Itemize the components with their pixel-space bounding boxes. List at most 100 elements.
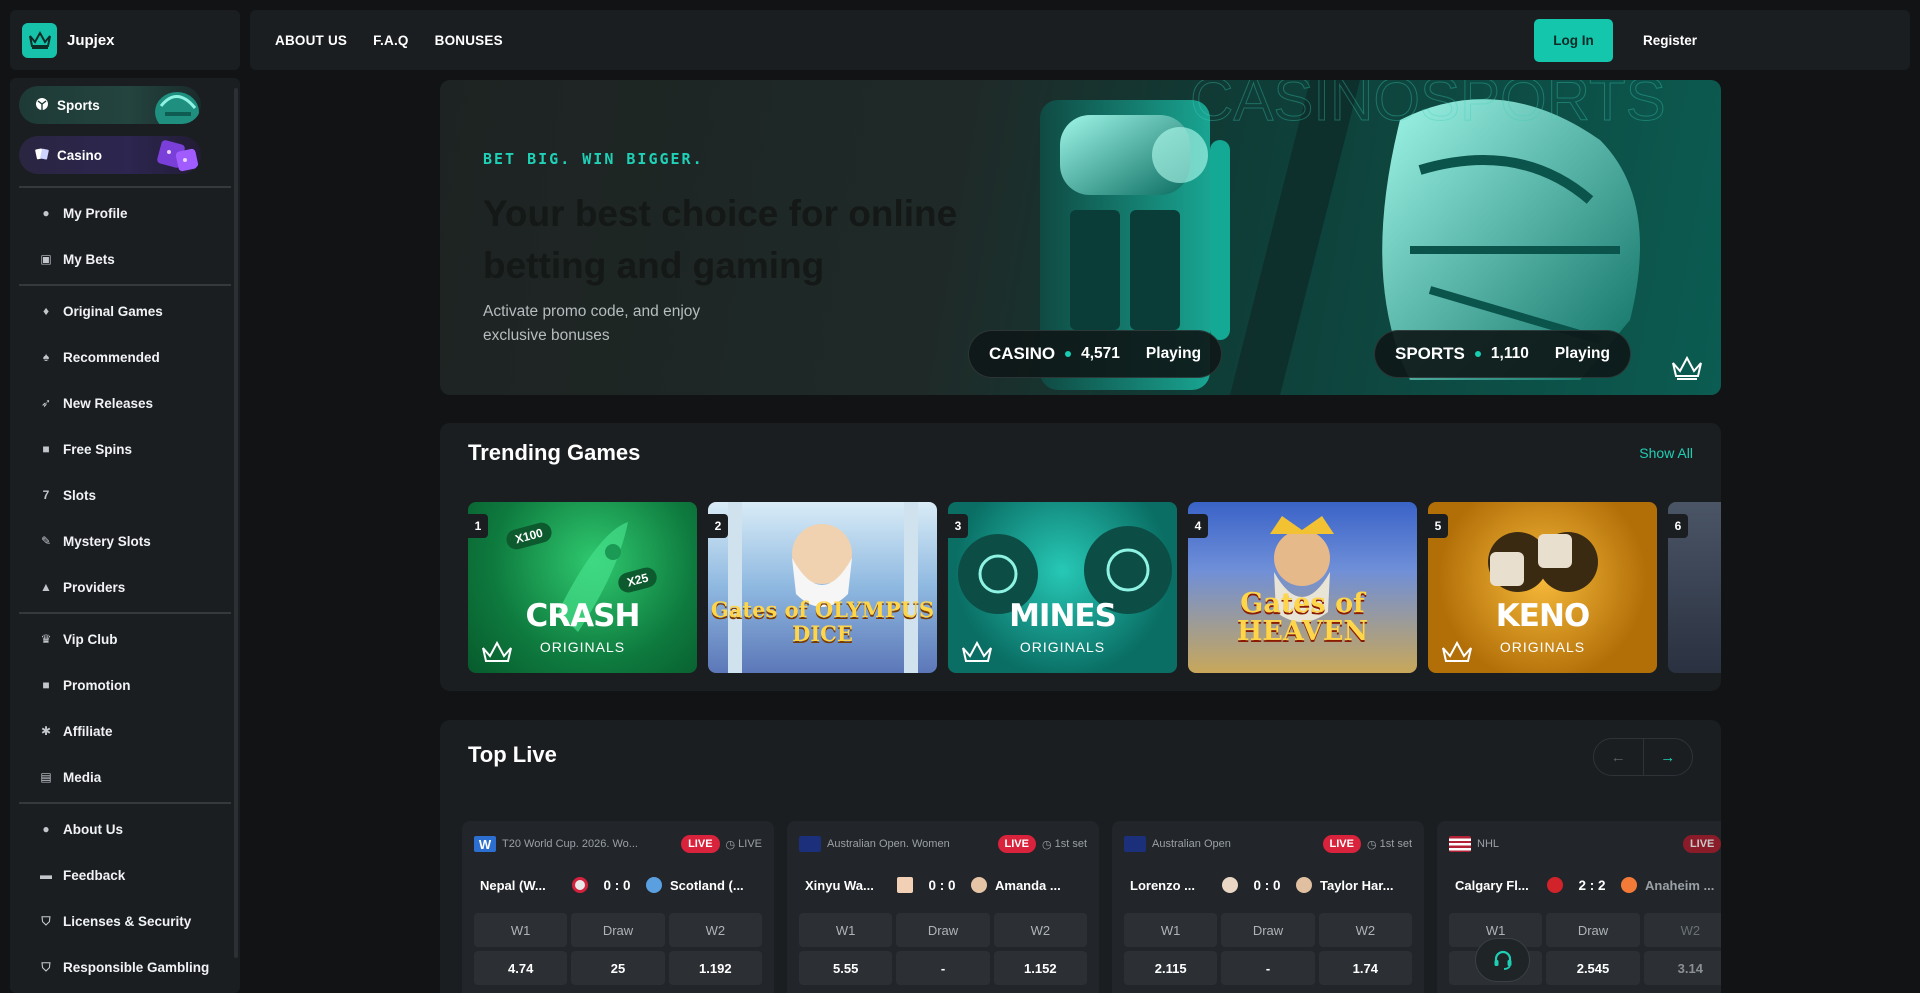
odds-w2-button[interactable]: 1.192 [668,951,762,985]
ball-icon [35,97,49,114]
sidebar-item-label: Vip Club [63,631,118,647]
sidebar-item-label: Promotion [63,677,131,693]
sidebar-item-about-us[interactable]: ● About Us [19,806,240,852]
headset-icon [1494,950,1511,970]
odds-w2-button[interactable]: 1.152 [993,951,1087,985]
flame-icon: ♦ [42,304,50,318]
gift-icon: ■ [42,442,50,456]
odds-draw-button[interactable]: 2.545 [1546,951,1640,985]
show-all-link[interactable]: Show All [1639,445,1693,461]
odds-draw-button[interactable]: 25 [571,951,665,985]
game-card-keno[interactable]: 5 KENO ORIGINALS [1428,502,1657,673]
sports-players-badge[interactable]: SPORTS 1,110 Playing [1374,330,1631,378]
game-title: Gates of OLYMPUS DICE [710,597,935,646]
score: 0 : 0 [928,877,956,893]
match-time: ◷ LIVE [726,838,762,851]
sidebar-item-affiliate[interactable]: ✱ Affiliate [19,708,240,754]
sidebar-item-free-spins[interactable]: ■ Free Spins [19,426,240,472]
odds-w1-button[interactable]: 5.55 [799,951,893,985]
arrow-right-icon[interactable]: → [1642,739,1693,775]
brand-name: Jupjex [67,31,115,49]
arrow-left-icon[interactable]: ← [1594,739,1643,775]
support-chat-button[interactable] [1475,938,1530,982]
player-1-avatar [897,877,913,893]
nav-link-bonuses[interactable]: BONUSES [435,33,503,48]
shield-check-icon: ⛉ [41,959,51,974]
top-navbar: ABOUT US F.A.Q BONUSES Log In Register [250,10,1910,70]
australia-flag-icon [1124,836,1146,852]
sidebar-item-licenses[interactable]: ⛉ Licenses & Security [19,898,240,944]
team-1: Nepal (W... [480,877,546,893]
game-card-gates-of-heaven[interactable]: 4 Gates of HEAVEN [1188,502,1417,673]
sidebar-item-casino[interactable]: Casino [19,136,201,174]
game-card-mines[interactable]: 3 MINES ORIGINALS [948,502,1177,673]
game-card-olympus-dice[interactable]: 2 Gates of OLYMPUS DICE [708,502,937,673]
match-time-text: LIVE [738,838,762,850]
match-card[interactable]: Australian Open. Women LIVE ◷ 1st set Xin… [787,821,1099,993]
sidebar-item-providers[interactable]: ▲ Providers [19,564,240,610]
odds-w1-button[interactable]: 4.74 [474,951,568,985]
match-card[interactable]: Australian Open LIVE ◷ 1st set Lorenzo ..… [1112,821,1424,993]
sidebar-item-responsible-gambling[interactable]: ⛉ Responsible Gambling [19,944,240,990]
register-button[interactable]: Register [1630,19,1710,62]
odds-draw-button[interactable]: - [896,951,990,985]
team-2: Anaheim ... [1645,877,1715,893]
sidebar-item-label: Licenses & Security [63,913,192,929]
odds-w2-button[interactable]: 1.74 [1318,951,1412,985]
providers-icon: ▲ [40,580,52,594]
odds-label: W1 [1124,913,1218,947]
match-card[interactable]: W T20 World Cup. 2026. Wo... LIVE ◷ LIVE … [462,821,774,993]
rank-badge: 1 [468,514,488,538]
odds-label: W1 [474,913,568,947]
sports-status: Playing [1554,345,1610,362]
sidebar-item-label: Original Games [63,303,163,319]
sidebar-scrollbar[interactable] [234,88,238,958]
cards-icon: ♠ [42,350,50,364]
nav-link-faq[interactable]: F.A.Q [373,33,409,48]
hero-banner[interactable]: SPORTS CASINO BET BIG. WIN BIGGER. Your … [440,80,1721,395]
trending-games-section: Trending Games Show All 1 X100 X25 CRASH… [440,423,1721,691]
shield-icon: ⛉ [41,913,51,928]
hero-subtitle: Activate promo code, and enjoy exclusive… [483,303,701,344]
odds-w2-button[interactable]: 3.14 [1643,951,1721,985]
odds-label: W2 [1318,913,1412,947]
team-1: Lorenzo ... [1130,877,1195,893]
sidebar: Jupjex Sports Casino ● My Profile ▣ My Bet… [10,10,240,993]
slots-icon: 7 [42,488,50,502]
team-2-logo-icon [646,877,662,893]
zeus-illustration [728,502,918,673]
sidebar-item-mystery-slots[interactable]: ✎ Mystery Slots [19,518,240,564]
sidebar-item-my-profile[interactable]: ● My Profile [19,190,240,236]
crown-icon [1672,355,1702,380]
sidebar-item-sports[interactable]: Sports [19,86,201,124]
login-button[interactable]: Log In [1534,19,1613,62]
sidebar-item-new-releases[interactable]: ➶ New Releases [19,380,240,426]
game-card-6[interactable]: 6 [1668,502,1721,673]
sidebar-item-my-bets[interactable]: ▣ My Bets [19,236,240,282]
league-name: Australian Open. Women [827,838,950,850]
sidebar-item-recommended[interactable]: ♠ Recommended [19,334,240,380]
casino-players-badge[interactable]: CASINO 4,571 Playing [968,330,1223,378]
sidebar-item-label: Affiliate [63,723,113,739]
sidebar-item-slots[interactable]: 7 Slots [19,472,240,518]
team-1: Calgary Fl... [1455,877,1529,893]
odds-draw-button[interactable]: - [1221,951,1315,985]
rank-badge: 5 [1428,514,1448,538]
nav-link-about-us[interactable]: ABOUT US [275,33,347,48]
sidebar-item-vip-club[interactable]: ♛ Vip Club [19,616,240,662]
nav-group-info: ● About Us ▬ Feedback ⛉ Licenses & Security… [19,804,240,992]
crown-icon [1442,640,1472,662]
odds-w1-button[interactable]: 2.115 [1124,951,1218,985]
rank-badge: 2 [708,514,728,538]
score: 0 : 0 [603,877,631,893]
sidebar-item-label: Providers [63,579,126,595]
sidebar-item-promotion[interactable]: ■ Promotion [19,662,240,708]
brand[interactable]: Jupjex [10,10,240,70]
crown-icon [482,640,512,662]
casino-label: CASINO [989,344,1056,363]
sidebar-item-media[interactable]: ▤ Media [19,754,240,800]
game-card-crash[interactable]: 1 X100 X25 CRASH ORIGINALS [468,502,697,673]
sidebar-item-feedback[interactable]: ▬ Feedback [19,852,240,898]
match-time: ◷ 1st set [1367,838,1412,851]
sidebar-item-original-games[interactable]: ♦ Original Games [19,288,240,334]
